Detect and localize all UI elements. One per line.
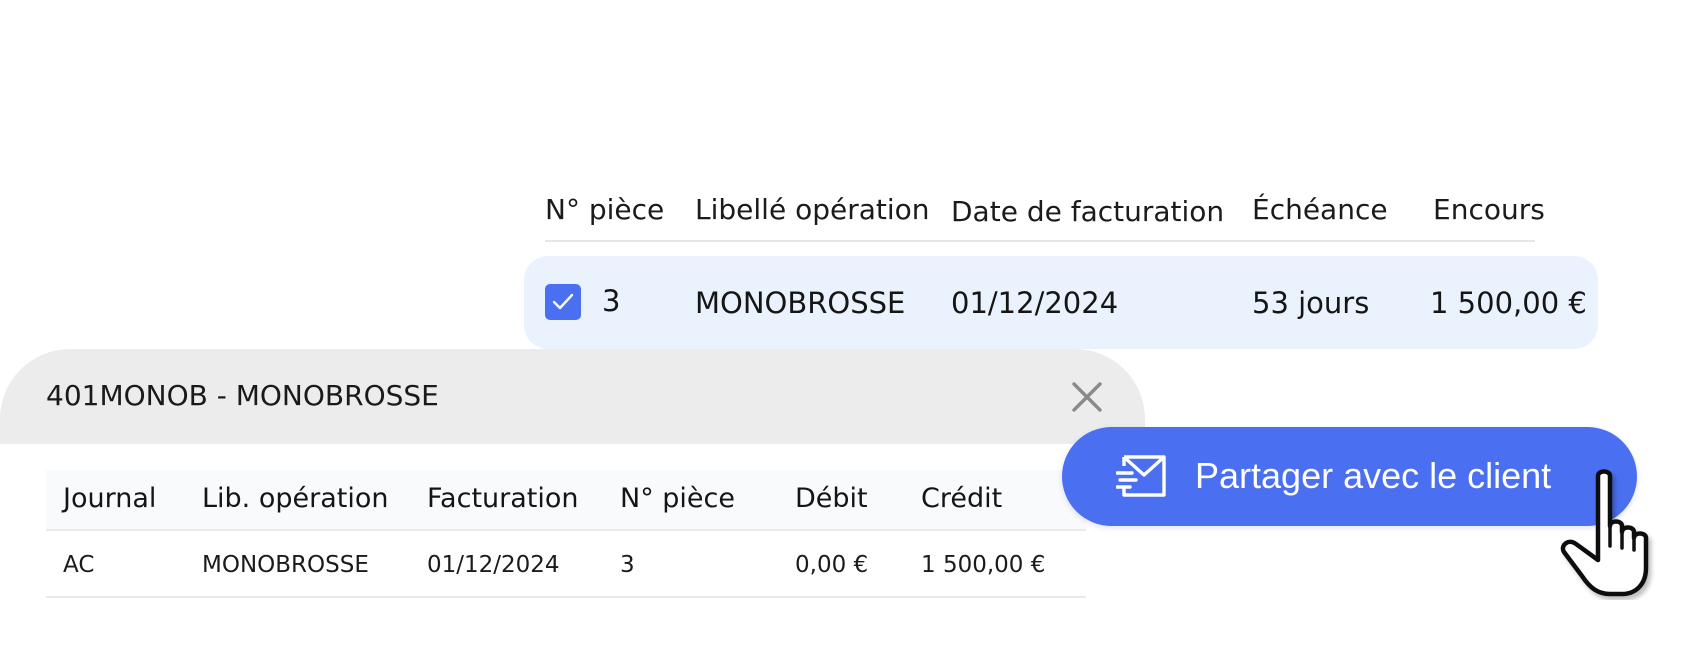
send-mail-icon (1116, 455, 1166, 497)
share-with-client-button[interactable]: Partager avec le client (1062, 427, 1637, 526)
column-header-echeance[interactable]: Échéance (1252, 193, 1388, 227)
close-icon (1072, 382, 1102, 412)
ledger-column-journal[interactable]: Journal (63, 482, 156, 516)
ledger-card-header: 401MONOB - MONOBROSSE (0, 349, 1145, 444)
row-date: 01/12/2024 (951, 286, 1119, 320)
row-piece: 3 (602, 284, 621, 318)
ledger-cell-libelle: MONOBROSSE (202, 552, 369, 578)
column-header-piece[interactable]: N° pièce (545, 193, 664, 227)
ledger-column-debit[interactable]: Débit (795, 482, 868, 516)
column-header-encours[interactable]: Encours (1433, 193, 1545, 227)
ledger-cell-journal: AC (63, 552, 95, 578)
ledger-column-piece[interactable]: N° pièce (620, 482, 735, 516)
header-divider (545, 240, 1535, 242)
row-echeance: 53 jours (1252, 286, 1370, 320)
ledger-header-divider (46, 529, 1086, 531)
ledger-column-credit[interactable]: Crédit (921, 482, 1002, 516)
column-header-libelle[interactable]: Libellé opération (695, 193, 930, 227)
pointer-hand-icon (1560, 469, 1649, 597)
ledger-cell-piece: 3 (620, 552, 635, 578)
column-header-date[interactable]: Date de facturation (951, 195, 1224, 229)
row-libelle: MONOBROSSE (695, 286, 906, 320)
checkmark-icon (552, 293, 574, 310)
row-encours: 1 500,00 € (1430, 286, 1587, 320)
row-checkbox[interactable] (545, 284, 581, 320)
close-button[interactable] (1069, 379, 1105, 415)
ledger-column-facturation[interactable]: Facturation (427, 482, 579, 516)
ledger-row-divider (46, 596, 1086, 598)
share-button-label: Partager avec le client (1195, 455, 1552, 496)
ledger-column-libelle[interactable]: Lib. opération (202, 482, 388, 516)
ledger-cell-debit: 0,00 € (795, 552, 869, 578)
ledger-title: 401MONOB - MONOBROSSE (46, 379, 439, 412)
table-row[interactable]: 3 MONOBROSSE 01/12/2024 53 jours 1 500,0… (524, 256, 1598, 349)
ledger-cell-facturation: 01/12/2024 (427, 552, 560, 578)
ledger-cell-credit: 1 500,00 € (921, 552, 1046, 578)
